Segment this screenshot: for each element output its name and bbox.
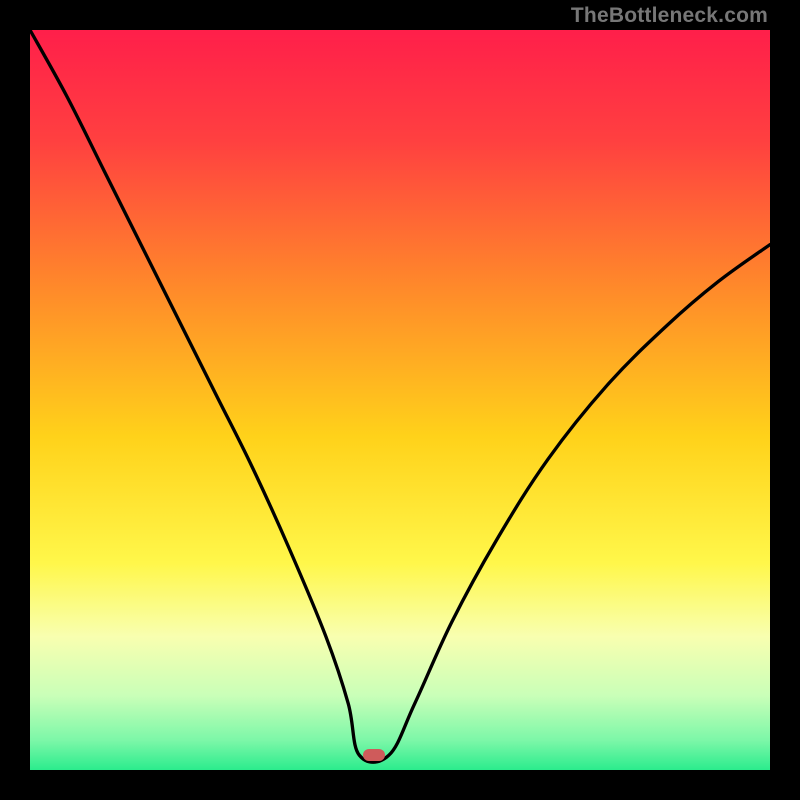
plot-area xyxy=(30,30,770,770)
optimal-point-marker xyxy=(363,749,385,761)
watermark-text: TheBottleneck.com xyxy=(571,4,768,28)
chart-frame: TheBottleneck.com xyxy=(0,0,800,800)
bottleneck-curve xyxy=(30,30,770,770)
